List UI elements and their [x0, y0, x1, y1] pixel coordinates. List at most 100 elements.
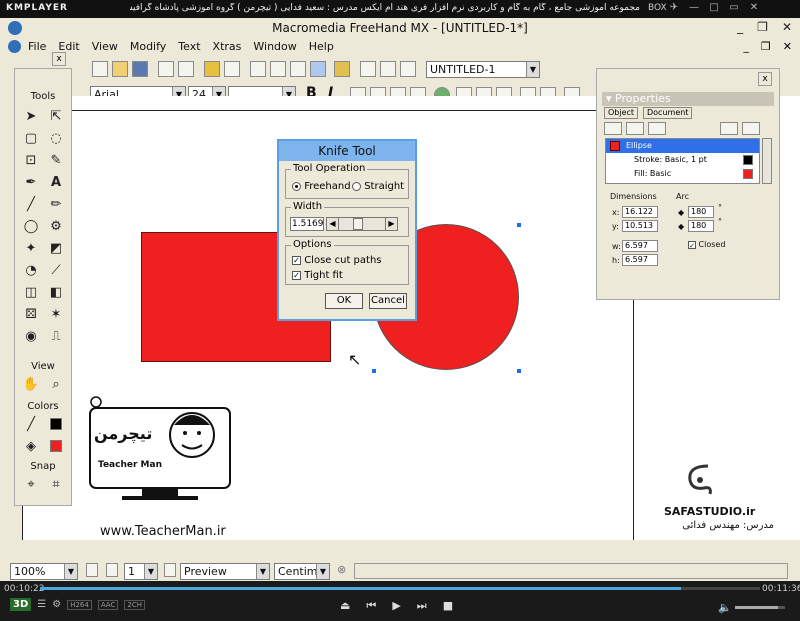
doc-restore-button[interactable]: ❐: [761, 40, 771, 53]
width-slider[interactable]: ◀ ▶: [326, 217, 398, 231]
trash-icon[interactable]: [742, 122, 760, 135]
minimize-icon[interactable]: —: [688, 2, 700, 13]
slider-thumb[interactable]: [353, 218, 363, 230]
width-input[interactable]: 1.5169: [290, 217, 324, 231]
h-input[interactable]: 6.597: [622, 254, 658, 266]
cancel-render-icon[interactable]: ⊗: [337, 563, 346, 576]
ellipse-icon[interactable]: ◯: [19, 215, 43, 237]
menu-modify[interactable]: Modify: [130, 40, 166, 53]
view-mode-select[interactable]: Preview ▼: [180, 563, 270, 580]
doc-minimize-button[interactable]: _: [743, 40, 749, 53]
play-icon[interactable]: ▶: [392, 599, 400, 613]
close-icon[interactable]: ✕: [748, 2, 760, 13]
units-select[interactable]: Centimeters ▼: [274, 563, 330, 580]
add-fill-icon[interactable]: [626, 122, 644, 135]
connector-icon[interactable]: ⎍: [44, 325, 68, 347]
lock-icon[interactable]: [204, 61, 220, 77]
fill-color-icon[interactable]: ◈: [19, 435, 43, 457]
3d-button[interactable]: 3D: [10, 598, 32, 611]
volume-slider[interactable]: [735, 606, 785, 609]
selection-handle[interactable]: [517, 369, 521, 373]
fill-swatch[interactable]: [44, 435, 68, 457]
doc-close-button[interactable]: ✕: [783, 40, 792, 53]
reflect-icon[interactable]: ◩: [44, 237, 68, 259]
pin-icon[interactable]: ✈: [668, 2, 680, 13]
volume-icon[interactable]: 🔈: [718, 601, 732, 614]
lasso-icon[interactable]: ◌: [44, 127, 68, 149]
properties-close-button[interactable]: x: [758, 72, 772, 86]
selection-handle[interactable]: [372, 369, 376, 373]
subselect-icon[interactable]: ⇱: [44, 105, 68, 127]
page-select[interactable]: 1 ▼: [124, 563, 158, 580]
trace-icon[interactable]: ⚄: [19, 303, 43, 325]
text-icon[interactable]: A: [44, 171, 68, 193]
properties-header[interactable]: ▾ Properties: [602, 92, 774, 106]
menu-window[interactable]: Window: [253, 40, 296, 53]
snap-to-grid-icon[interactable]: ⌗: [44, 473, 68, 495]
open-folder-icon[interactable]: [112, 61, 128, 77]
list-item[interactable]: Stroke: Basic, 1 pt: [606, 153, 759, 167]
properties-scrollbar[interactable]: [762, 138, 772, 184]
scale-icon[interactable]: ⊡: [19, 149, 43, 171]
stop-icon[interactable]: ■: [443, 599, 453, 613]
selection-handle[interactable]: [517, 223, 521, 227]
graphic-hose-icon[interactable]: ✶: [44, 303, 68, 325]
eject-icon[interactable]: ⏏: [340, 599, 350, 613]
menu-view[interactable]: View: [92, 40, 118, 53]
minimize-button[interactable]: _: [737, 20, 743, 34]
page-tool-icon[interactable]: ▢: [19, 127, 43, 149]
menu-file[interactable]: File: [28, 40, 46, 53]
page-prev-icon[interactable]: [86, 563, 98, 577]
w-input[interactable]: 6.597: [622, 240, 658, 252]
swatches-icon[interactable]: [360, 61, 376, 77]
duplicate-icon[interactable]: [720, 122, 738, 135]
arc-start-input[interactable]: 180: [688, 206, 714, 218]
doc-menu-icon[interactable]: [8, 40, 21, 53]
eraser-icon[interactable]: ◔: [19, 259, 43, 281]
new-file-icon[interactable]: [92, 61, 108, 77]
fill-icon[interactable]: ◧: [44, 281, 68, 303]
layers-icon[interactable]: [290, 61, 306, 77]
straight-radio[interactable]: Straight: [352, 181, 404, 192]
menu-icon[interactable]: ☰: [37, 599, 46, 610]
settings-icon[interactable]: ⚙: [52, 599, 61, 610]
seek-bar[interactable]: [40, 587, 760, 590]
box-button[interactable]: BOX: [648, 3, 667, 13]
add-stroke-icon[interactable]: [604, 122, 622, 135]
mixer-icon[interactable]: [380, 61, 396, 77]
perspective-icon[interactable]: ◫: [19, 281, 43, 303]
next-icon[interactable]: ⏭: [417, 599, 427, 613]
slider-left-icon[interactable]: ◀: [327, 218, 339, 230]
menu-text[interactable]: Text: [178, 40, 200, 53]
eyedropper-icon[interactable]: ✎: [44, 149, 68, 171]
document-select[interactable]: UNTITLED-1 ▼: [426, 61, 540, 78]
tab-document[interactable]: Document: [643, 107, 693, 119]
list-item[interactable]: Ellipse: [606, 139, 759, 153]
stroke-color-icon[interactable]: ╱: [19, 413, 43, 435]
tight-fit-checkbox[interactable]: ✓ Tight fit: [292, 270, 343, 281]
tab-object[interactable]: Object: [604, 107, 639, 119]
menu-xtras[interactable]: Xtras: [213, 40, 242, 53]
pointer-icon[interactable]: ➤: [19, 105, 43, 127]
save-icon[interactable]: [132, 61, 148, 77]
freeform-icon[interactable]: ✦: [19, 237, 43, 259]
x-input[interactable]: 16.122: [622, 206, 658, 218]
zoom-icon[interactable]: ⌕: [44, 373, 68, 395]
stroke-swatch[interactable]: [44, 413, 68, 435]
snap-to-point-icon[interactable]: ⌖: [19, 473, 43, 495]
y-input[interactable]: 10.513: [622, 220, 658, 232]
arc-end-input[interactable]: 180: [688, 220, 714, 232]
tints-icon[interactable]: [400, 61, 416, 77]
line-icon[interactable]: ╱: [19, 193, 43, 215]
freehand-radio[interactable]: Freehand: [292, 181, 351, 192]
hand-view-icon[interactable]: ◉: [19, 325, 43, 347]
list-item[interactable]: Fill: Basic: [606, 167, 759, 181]
group-icon[interactable]: [250, 61, 266, 77]
page-next-icon[interactable]: [106, 563, 118, 577]
maximize-icon[interactable]: □: [708, 2, 720, 13]
ok-button[interactable]: OK: [325, 293, 363, 309]
restore-button[interactable]: ❐: [757, 20, 768, 34]
knife-icon[interactable]: ⟋: [44, 259, 68, 281]
close-cut-paths-checkbox[interactable]: ✓ Close cut paths: [292, 255, 382, 266]
close-button[interactable]: ✕: [782, 20, 792, 34]
